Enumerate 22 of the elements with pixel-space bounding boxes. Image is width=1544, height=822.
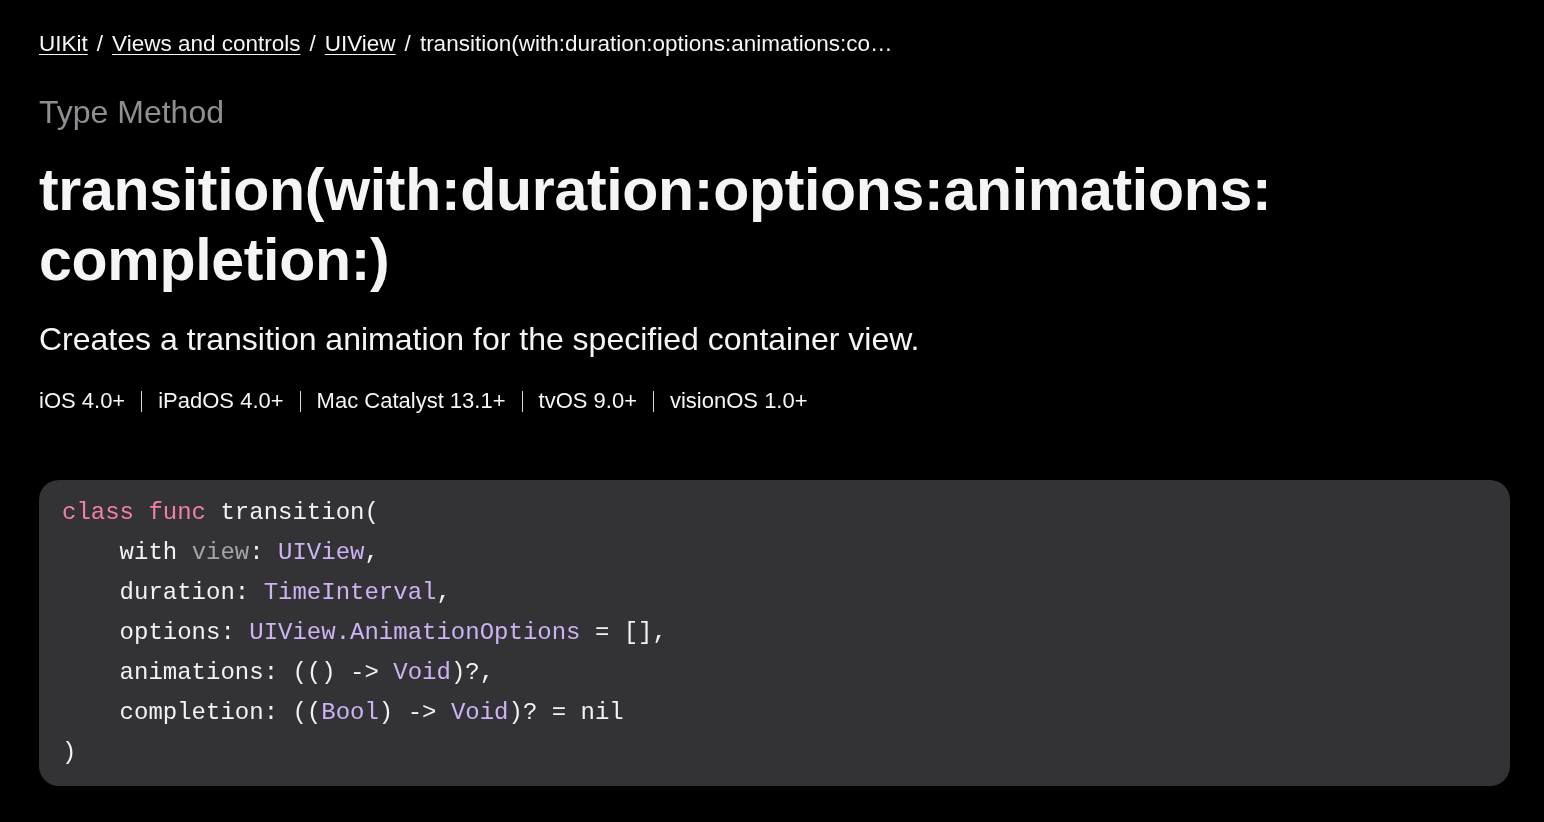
breadcrumb-separator: / (96, 32, 104, 56)
platform-availability: Mac Catalyst 13.1+ (316, 388, 506, 414)
code-line: options: UIView.AnimationOptions = [], (119, 618, 667, 648)
page-title: transition(with:duration:options:animations:completion:) (39, 156, 1273, 295)
code-line: duration: TimeInterval, (119, 578, 451, 608)
breadcrumb-link[interactable]: Views and controls (112, 32, 301, 56)
platform-availability: visionOS 1.0+ (670, 388, 808, 414)
code-line: completion: ((Bool) -> Void)? = nil (119, 698, 624, 728)
breadcrumb-current-page: transition(with:duration:options:animations:co… (419, 32, 893, 56)
platform-availability: iOS 4.0+ (39, 388, 126, 414)
code-line: with view: UIView, (119, 538, 379, 568)
platform-availability: tvOS 9.0+ (538, 388, 637, 414)
breadcrumb-separator: / (309, 32, 316, 56)
code-line: ) (62, 738, 77, 768)
code-line: class func transition( (62, 498, 379, 528)
platform-availability: iPadOS 4.0+ (158, 388, 284, 414)
breadcrumb-separator: / (404, 32, 411, 56)
breadcrumb-link[interactable]: UIKit (39, 32, 88, 56)
abstract-text: Creates a transition animation for the specified container view. (39, 320, 920, 358)
code-line: animations: (() -> Void)?, (119, 658, 495, 688)
breadcrumb-link[interactable]: UIView (324, 32, 396, 56)
symbol-kind-label: Type Method (39, 93, 224, 131)
